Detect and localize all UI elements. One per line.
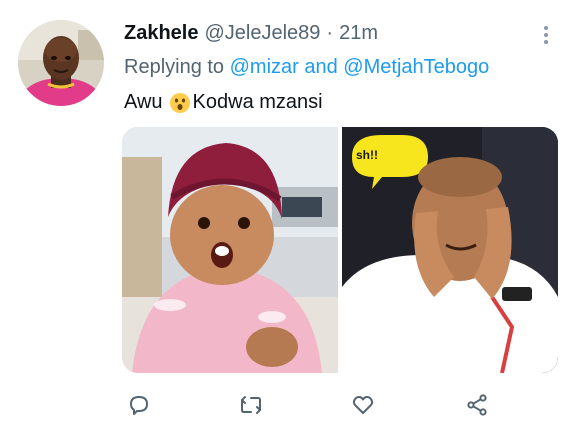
heart-icon: [352, 396, 374, 414]
media-image-left[interactable]: [122, 127, 338, 373]
author-handle[interactable]: @JeleJele89: [204, 22, 320, 45]
media-grid: sh!!: [122, 127, 558, 373]
speech-bubble-text: sh!!: [356, 148, 378, 162]
tweet-text: Awu Kodwa mzansi: [124, 91, 323, 114]
share-button[interactable]: [460, 388, 494, 422]
tweet-actions: [122, 388, 558, 422]
replying-to-users-link[interactable]: @mizar and @MetjahTebogo: [230, 56, 490, 78]
tweet-text-end: Kodwa mzansi: [192, 91, 323, 113]
media-image-right[interactable]: sh!!: [342, 127, 558, 373]
replying-to: Replying to @mizar and @MetjahTebogo: [124, 56, 489, 79]
tweet-text-start: Awu: [124, 91, 163, 113]
like-button[interactable]: [346, 388, 380, 422]
reply-icon: [130, 396, 148, 415]
tweet-header: Zakhele @JeleJele89 · 21m: [124, 22, 556, 48]
astonished-face-emoji-icon: [169, 92, 190, 113]
reply-button[interactable]: [122, 388, 156, 422]
tweet-time[interactable]: 21m: [339, 22, 378, 45]
more-options-icon[interactable]: [536, 22, 556, 48]
separator-dot: ·: [326, 22, 334, 44]
retweet-button[interactable]: [234, 388, 268, 422]
retweet-icon: [241, 396, 261, 414]
replying-to-label: Replying to: [124, 56, 225, 78]
author-avatar[interactable]: [18, 20, 104, 106]
share-icon: [467, 394, 487, 416]
author-name[interactable]: Zakhele: [124, 22, 198, 45]
